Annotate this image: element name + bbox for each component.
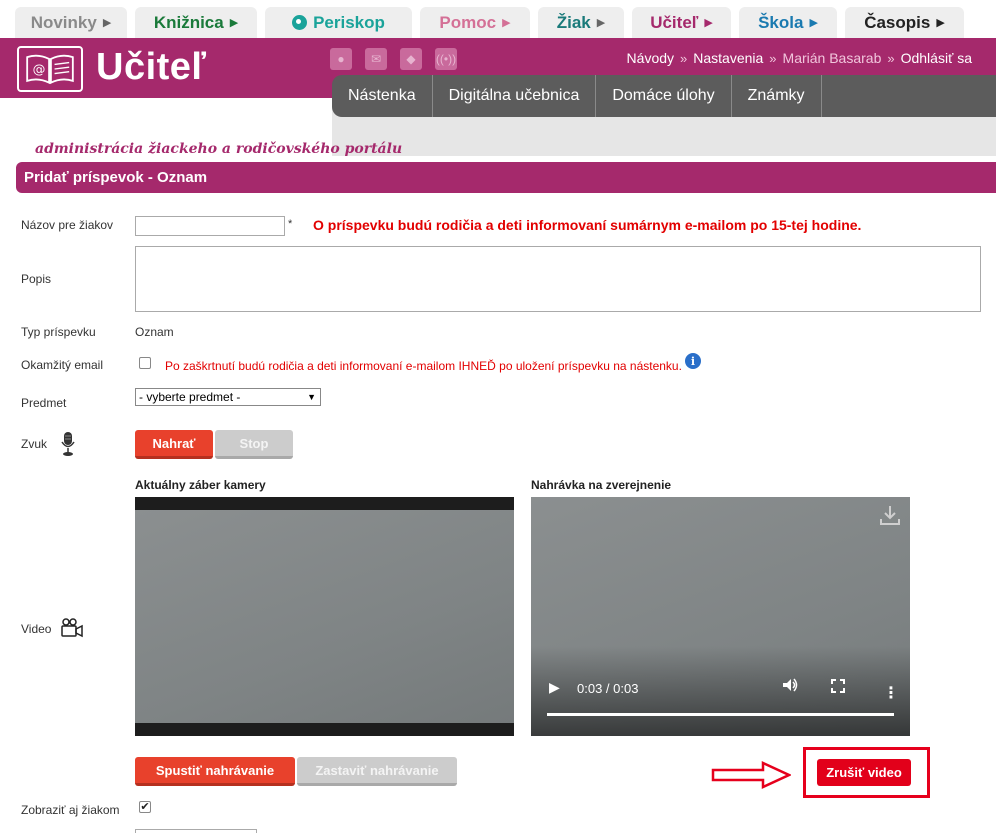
portal-tab-pomoc[interactable]: Pomoc ▶ bbox=[420, 7, 530, 38]
camera-feed-title: Aktuálny záber kamery bbox=[135, 478, 266, 492]
name-label: Názov pre žiakov bbox=[21, 218, 114, 232]
link-navody[interactable]: Návody bbox=[627, 50, 674, 66]
next-field[interactable] bbox=[135, 829, 257, 833]
triangle-right-icon: ▶ bbox=[229, 17, 239, 29]
description-textarea[interactable] bbox=[135, 246, 981, 312]
video-camera-icon bbox=[61, 618, 83, 638]
portal-tab-label: Pomoc bbox=[439, 12, 497, 32]
portal-tab-label: Novinky bbox=[30, 12, 97, 32]
triangle-right-icon: ▶ bbox=[809, 17, 818, 29]
portal-subtitle: administrácia žiackeho a rodičovského po… bbox=[35, 141, 403, 157]
subject-select[interactable]: - vyberte predmet - ▼ bbox=[135, 388, 321, 406]
nav-item-nastenka[interactable]: Nástenka bbox=[332, 75, 433, 117]
description-label: Popis bbox=[21, 272, 52, 286]
user-links: Návody » Nastavenia » Marián Basarab » O… bbox=[627, 50, 972, 66]
triangle-right-icon: ▶ bbox=[102, 17, 112, 29]
logo-text[interactable]: Učiteľ bbox=[96, 46, 207, 89]
volume-icon[interactable] bbox=[781, 676, 799, 697]
portal-tab-label: Žiak bbox=[556, 12, 591, 32]
svg-text:@: @ bbox=[33, 63, 46, 78]
portal-tab-kniznica[interactable]: Knižnica ▶ bbox=[135, 7, 257, 38]
mail-icon[interactable]: ✉ bbox=[365, 48, 387, 70]
main-nav: Nástenka Digitálna učebnica Domáce úlohy… bbox=[332, 75, 996, 117]
portal-tab-label: Periskop bbox=[313, 12, 385, 32]
diamond-icon[interactable]: ◆ bbox=[400, 48, 422, 70]
info-icon[interactable]: i bbox=[685, 353, 701, 369]
instant-email-label: Okamžitý email bbox=[21, 358, 104, 372]
show-students-checkbox[interactable]: ✔ bbox=[139, 801, 151, 813]
double-chevron-icon: » bbox=[769, 50, 777, 66]
video-label: Video bbox=[21, 622, 52, 636]
portal-tab-novinky[interactable]: Novinky ▶ bbox=[15, 7, 127, 38]
email-summary-notice: O príspevku budú rodičia a deti informov… bbox=[313, 217, 862, 233]
book-logo-icon[interactable]: @ bbox=[17, 46, 83, 92]
play-icon[interactable]: ▶ bbox=[549, 679, 560, 696]
double-chevron-icon: » bbox=[680, 50, 688, 66]
stop-recording-button[interactable]: Zastaviť nahrávanie bbox=[297, 757, 457, 786]
instant-email-notice: Po zaškrtnutí budú rodičia a deti inform… bbox=[165, 359, 682, 373]
annotation-arrow-icon bbox=[711, 760, 792, 795]
sound-label: Zvuk bbox=[21, 437, 48, 451]
portal-tab-ziak[interactable]: Žiak ▶ bbox=[538, 7, 624, 38]
nav-item-znamky[interactable]: Známky bbox=[732, 75, 822, 117]
camera-frame bbox=[135, 510, 514, 723]
periskop-icon bbox=[292, 15, 308, 30]
start-recording-button[interactable]: Spustiť nahrávanie bbox=[135, 757, 295, 786]
portal-tab-label: Časopis bbox=[864, 12, 931, 32]
portal-tab-periskop[interactable]: Periskop bbox=[265, 7, 412, 38]
record-audio-button[interactable]: Nahrať bbox=[135, 430, 213, 459]
nav-item-digitalna-ucebnica[interactable]: Digitálna učebnica bbox=[433, 75, 597, 117]
site-header: @ Učiteľ administrácia žiackeho a rodičo… bbox=[0, 38, 996, 157]
video-progress-bar[interactable] bbox=[547, 713, 894, 716]
broadcast-icon[interactable]: ((•)) bbox=[435, 48, 457, 70]
name-input[interactable] bbox=[135, 216, 285, 236]
show-students-label: Zobraziť aj žiakom bbox=[21, 803, 120, 817]
stop-audio-button[interactable]: Stop bbox=[215, 430, 293, 459]
fullscreen-icon[interactable] bbox=[831, 679, 845, 696]
nav-item-domace-ulohy[interactable]: Domáce úlohy bbox=[596, 75, 732, 117]
triangle-right-icon: ▶ bbox=[704, 17, 713, 29]
portal-tab-skola[interactable]: Škola ▶ bbox=[739, 7, 837, 38]
double-chevron-icon: » bbox=[887, 50, 895, 66]
type-value: Oznam bbox=[135, 325, 174, 339]
subject-label: Predmet bbox=[21, 396, 67, 410]
portal-tab-casopis[interactable]: Časopis ▶ bbox=[845, 7, 964, 38]
recording-video-player[interactable]: ▶ 0:03 / 0:03 ⋮ bbox=[531, 497, 910, 736]
type-label: Typ príspevku bbox=[21, 325, 96, 339]
user-name[interactable]: Marián Basarab bbox=[783, 50, 882, 66]
video-time: 0:03 / 0:03 bbox=[577, 681, 639, 696]
recording-title: Nahrávka na zverejnenie bbox=[531, 478, 672, 492]
triangle-right-icon: ▶ bbox=[936, 17, 945, 29]
portal-tabs: Novinky ▶ Knižnica ▶ Periskop Pomoc ▶ Žiak ▶… bbox=[0, 0, 996, 38]
portal-tab-ucitel[interactable]: Učiteľ ▶ bbox=[632, 7, 731, 38]
camera-feed bbox=[135, 497, 514, 736]
cancel-video-button[interactable]: Zrušiť video bbox=[817, 759, 911, 786]
download-icon[interactable] bbox=[878, 503, 902, 527]
video-controls: ▶ 0:03 / 0:03 ⋮ bbox=[531, 646, 910, 736]
required-mark: * bbox=[288, 218, 293, 230]
lightbulb-icon[interactable]: ● bbox=[330, 48, 352, 70]
triangle-right-icon: ▶ bbox=[502, 17, 511, 29]
microphone-icon bbox=[61, 431, 75, 457]
link-nastavenia[interactable]: Nastavenia bbox=[693, 50, 763, 66]
portal-tab-label: Knižnica bbox=[153, 12, 224, 32]
subject-selected: - vyberte predmet - bbox=[139, 390, 241, 404]
triangle-right-icon: ▶ bbox=[596, 17, 606, 29]
dropdown-caret-icon: ▼ bbox=[307, 392, 316, 402]
link-odhlasit[interactable]: Odhlásiť sa bbox=[901, 50, 972, 66]
header-icons: ● ✉ ◆ ((•)) bbox=[330, 48, 457, 70]
more-options-icon[interactable]: ⋮ bbox=[883, 686, 899, 702]
portal-tab-label: Škola bbox=[758, 12, 804, 32]
instant-email-checkbox[interactable] bbox=[139, 357, 151, 369]
panel-title: Pridať príspevok - Oznam bbox=[16, 162, 996, 193]
portal-tab-label: Učiteľ bbox=[650, 12, 699, 32]
